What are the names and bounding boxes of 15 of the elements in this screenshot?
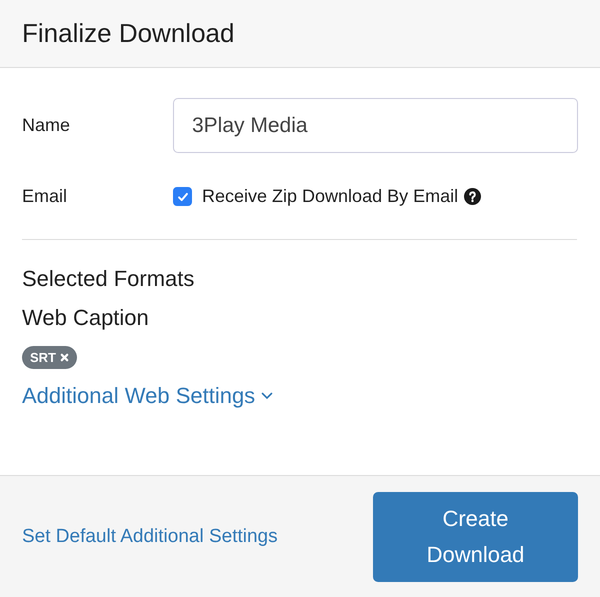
field-label: Name xyxy=(22,115,72,136)
dialog-title: Finalize Download xyxy=(22,18,234,49)
help-icon[interactable] xyxy=(464,188,482,205)
create-download-button[interactable]: Create Download xyxy=(373,492,578,582)
checkbox-label[interactable]: Receive Zip Download By Email xyxy=(202,186,458,207)
format-tag: SRT xyxy=(22,346,77,369)
group-heading: Web Caption xyxy=(22,305,149,331)
field-label: Email xyxy=(22,186,68,207)
caret-icon xyxy=(261,392,274,400)
default-settings-link[interactable]: Set Default Additional Settings xyxy=(22,526,278,548)
email-checkbox[interactable] xyxy=(173,187,192,206)
remove-icon[interactable] xyxy=(60,353,69,362)
section-heading: Selected Formats xyxy=(22,266,194,292)
name-field[interactable]: 3Play Media xyxy=(173,98,578,153)
settings-link[interactable]: Additional Web Settings xyxy=(22,383,274,409)
